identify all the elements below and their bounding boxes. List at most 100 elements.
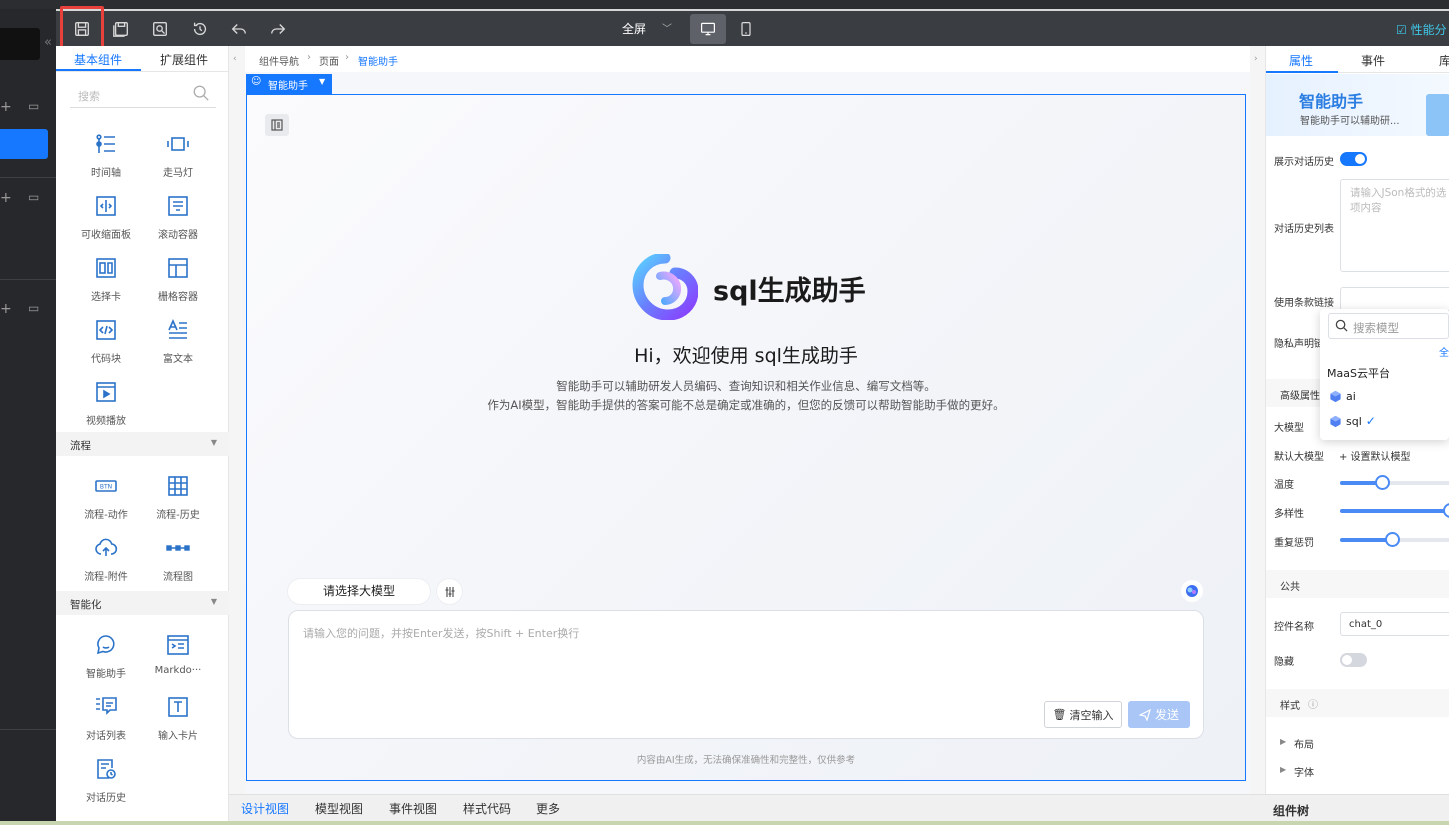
desktop-view-button[interactable]: [690, 14, 726, 44]
show-history-label: 展示对话历史: [1274, 157, 1334, 168]
component-video[interactable]: 视频播放: [71, 380, 141, 427]
chat-bubble-icon: [94, 633, 118, 657]
model-select-button[interactable]: 请选择大模型: [288, 579, 430, 604]
component-flow-attachment[interactable]: 流程-附件: [71, 536, 141, 583]
section-public[interactable]: 公共: [1266, 570, 1449, 598]
bottom-strip: [0, 821, 1449, 825]
penalty-slider[interactable]: [1340, 532, 1449, 548]
tab-extended-components[interactable]: 扩展组件: [160, 51, 208, 68]
control-name-input[interactable]: chat_0: [1340, 612, 1449, 636]
component-markdown[interactable]: Markdo···: [143, 633, 213, 676]
diversity-slider[interactable]: [1340, 503, 1449, 519]
settings-button[interactable]: [437, 579, 462, 604]
component-rich-text[interactable]: 富文本: [143, 318, 213, 365]
component-search-input[interactable]: 搜索: [70, 82, 216, 108]
component-carousel[interactable]: 走马灯: [143, 132, 213, 179]
component-header: 智能助手 智能助手可以辅助研...: [1266, 74, 1449, 136]
show-history-toggle[interactable]: [1340, 152, 1367, 166]
section-header-flow[interactable]: 流程 ▼: [56, 432, 229, 456]
select-all-link[interactable]: 全: [1439, 344, 1449, 359]
tab-design-view[interactable]: 设计视图: [241, 800, 289, 817]
tab-style-code[interactable]: 样式代码: [463, 800, 511, 817]
history-list-label: 对话历史列表: [1274, 224, 1334, 235]
chat-history-icon: [94, 757, 118, 781]
save-as-button[interactable]: [107, 15, 135, 43]
desktop-icon: [701, 22, 715, 36]
panel-icon: [271, 119, 283, 131]
component-flow-history[interactable]: 流程-历史: [143, 474, 213, 521]
rail-selected-item[interactable]: [0, 129, 48, 159]
breadcrumb-item-current[interactable]: 智能助手: [358, 53, 398, 68]
hidden-toggle[interactable]: [1340, 653, 1367, 667]
model-option-ai[interactable]: ai: [1329, 390, 1356, 403]
component-input-card[interactable]: 输入卡片: [143, 695, 213, 742]
performance-toggle[interactable]: ☑ 性能分: [1396, 21, 1447, 38]
model-search-input[interactable]: 搜索模型: [1328, 313, 1449, 339]
component-label: 栅格容器: [158, 292, 198, 303]
component-tabs[interactable]: 选择卡: [71, 256, 141, 303]
chevron-down-icon[interactable]: ﹀: [662, 20, 672, 35]
style-layout-item[interactable]: 布局: [1294, 736, 1314, 751]
section-header-intelligent[interactable]: 智能化 ▼: [56, 591, 229, 615]
component-flow-action[interactable]: BTN 流程-动作: [71, 474, 141, 521]
help-icon[interactable]: ⓘ: [1308, 696, 1318, 711]
sidebar-toggle-button[interactable]: [265, 114, 289, 136]
component-label: 流程图: [163, 572, 193, 583]
component-label: 时间轴: [91, 168, 121, 179]
history-button[interactable]: [186, 15, 214, 43]
style-font-item[interactable]: 字体: [1294, 764, 1314, 779]
history-icon: [193, 22, 207, 36]
component-flow-chart[interactable]: 流程图: [143, 536, 213, 583]
component-label: 流程-动作: [84, 510, 128, 521]
right-splitter[interactable]: ›: [1250, 46, 1265, 794]
history-list-textarea[interactable]: 请输入JSon格式的选项内容: [1340, 179, 1449, 272]
component-smart-assistant[interactable]: 智能助手: [71, 633, 141, 680]
rail-divider: [0, 279, 56, 280]
tab-library[interactable]: 库: [1439, 52, 1449, 69]
carousel-icon: [166, 132, 190, 156]
send-button[interactable]: 发送: [1128, 701, 1190, 728]
left-splitter[interactable]: ‹: [229, 46, 245, 794]
breadcrumb-item[interactable]: 页面: [319, 53, 339, 68]
terms-input[interactable]: [1340, 287, 1449, 311]
tab-event-view[interactable]: 事件视图: [389, 800, 437, 817]
preview-button[interactable]: [146, 15, 174, 43]
undo-button[interactable]: [225, 15, 253, 43]
component-timeline[interactable]: 时间轴: [71, 132, 141, 179]
component-scroll-container[interactable]: 滚动容器: [143, 194, 213, 241]
mobile-view-button[interactable]: [736, 14, 756, 44]
temperature-slider[interactable]: [1340, 475, 1449, 491]
component-code-block[interactable]: 代码块: [71, 318, 141, 365]
model-option-sql[interactable]: sql ✓: [1329, 414, 1376, 428]
markdown-icon: [166, 633, 190, 657]
assistant-orb-icon[interactable]: [1181, 580, 1203, 602]
tab-events[interactable]: 事件: [1361, 52, 1385, 69]
chevron-right-icon: ›: [345, 52, 349, 63]
section-style[interactable]: 样式 ⓘ: [1266, 689, 1449, 717]
component-chat-list[interactable]: 对话列表: [71, 695, 141, 742]
hidden-label: 隐藏: [1274, 657, 1294, 668]
component-chat-history[interactable]: 对话历史: [71, 757, 141, 804]
component-label: 代码块: [91, 354, 121, 365]
model-group-label: MaaS云平台: [1327, 367, 1390, 380]
tab-model-view[interactable]: 模型视图: [315, 800, 363, 817]
tab-underline: [1266, 71, 1338, 73]
redo-button[interactable]: [264, 15, 292, 43]
fullscreen-select[interactable]: 全屏: [622, 20, 646, 37]
save-button[interactable]: [68, 15, 96, 43]
tab-more[interactable]: 更多: [536, 800, 560, 817]
tab-basic-components[interactable]: 基本组件: [74, 51, 122, 68]
caret-down-icon: ▼: [319, 77, 326, 86]
question-input[interactable]: 请输入您的问题，并按Enter发送，按Shift + Enter换行 🗑 清空输入…: [288, 610, 1204, 739]
description-line: 作为AI模型，智能助手提供的答案可能不总是确定或准确的，但您的反馈可以帮助智能助…: [487, 398, 1005, 412]
component-tag[interactable]: ☺ 智能助手 ▼: [246, 74, 332, 94]
collapse-chevron-icon[interactable]: «: [44, 35, 52, 50]
component-grid-container[interactable]: 栅格容器: [143, 256, 213, 303]
component-collapse-panel[interactable]: 可收缩面板: [71, 194, 141, 241]
breadcrumb-item[interactable]: 组件导航: [259, 53, 299, 68]
input-placeholder: 请输入您的问题，并按Enter发送，按Shift + Enter换行: [303, 627, 580, 640]
set-default-model-link[interactable]: + 设置默认模型: [1339, 448, 1411, 463]
clear-input-button[interactable]: 🗑 清空输入: [1044, 701, 1122, 728]
tab-properties[interactable]: 属性: [1289, 52, 1313, 69]
rail-dark-block: [0, 28, 40, 60]
